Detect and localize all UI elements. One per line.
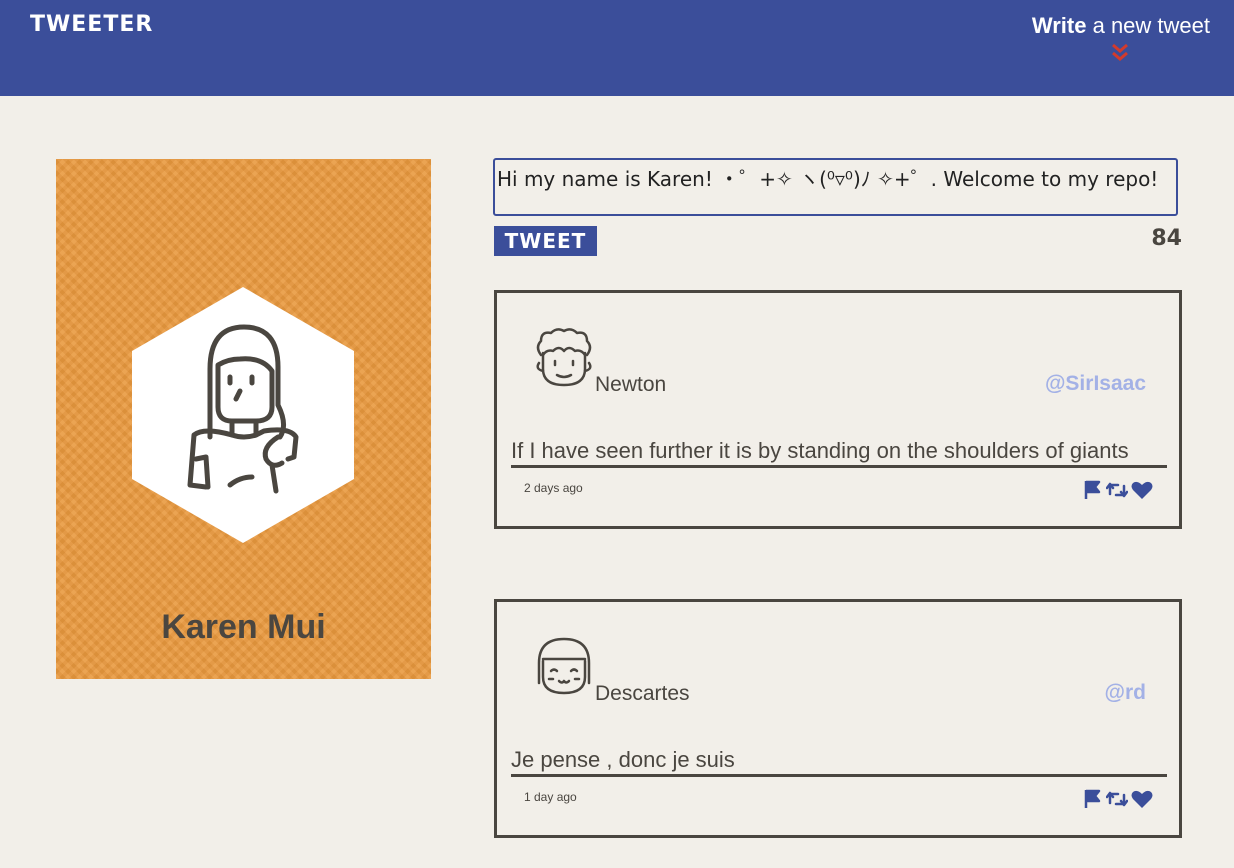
top-navigation-bar: TWEETER Write a new tweet bbox=[0, 0, 1234, 96]
tweet-timestamp: 1 day ago bbox=[524, 790, 577, 804]
flag-icon[interactable] bbox=[1083, 480, 1103, 500]
character-counter: 84 bbox=[1151, 226, 1182, 251]
heart-icon[interactable] bbox=[1131, 480, 1153, 500]
heart-icon[interactable] bbox=[1131, 789, 1153, 809]
brand-logo[interactable]: TWEETER bbox=[30, 12, 153, 37]
curly-hair-man-avatar-icon bbox=[536, 328, 592, 387]
retweet-icon[interactable] bbox=[1106, 480, 1128, 500]
retweet-icon[interactable] bbox=[1106, 789, 1128, 809]
tweet-submit-button[interactable]: TWEET bbox=[494, 226, 597, 256]
tweet-body: If I have seen further it is by standing… bbox=[511, 438, 1167, 468]
new-tweet-label: a new tweet bbox=[1086, 13, 1210, 38]
write-new-tweet-link[interactable]: Write a new tweet bbox=[1032, 13, 1210, 39]
double-chevron-down-icon[interactable] bbox=[1109, 42, 1131, 64]
tweet-author-handle[interactable]: @SirIsaac bbox=[1045, 372, 1146, 396]
tweet-author-handle[interactable]: @rd bbox=[1105, 681, 1146, 705]
tweet-compose-input[interactable] bbox=[493, 158, 1178, 216]
profile-avatar-icon bbox=[132, 287, 354, 543]
profile-name: Karen Mui bbox=[161, 608, 326, 646]
tweet-actions bbox=[1083, 480, 1153, 500]
profile-card: Karen Mui bbox=[56, 159, 431, 679]
flag-icon[interactable] bbox=[1083, 789, 1103, 809]
tweet-author-name: Descartes bbox=[595, 682, 690, 705]
write-label: Write bbox=[1031, 13, 1087, 38]
tweet-body: Je pense , donc je suis bbox=[511, 747, 1167, 777]
tweet-card: Newton @SirIsaac If I have seen further … bbox=[494, 290, 1182, 529]
bob-hair-girl-avatar-icon bbox=[537, 637, 591, 695]
tweet-actions bbox=[1083, 789, 1153, 809]
tweet-timestamp: 2 days ago bbox=[524, 481, 583, 495]
tweet-author-name: Newton bbox=[595, 373, 667, 396]
tweet-card: Descartes @rd Je pense , donc je suis 1 … bbox=[494, 599, 1182, 838]
